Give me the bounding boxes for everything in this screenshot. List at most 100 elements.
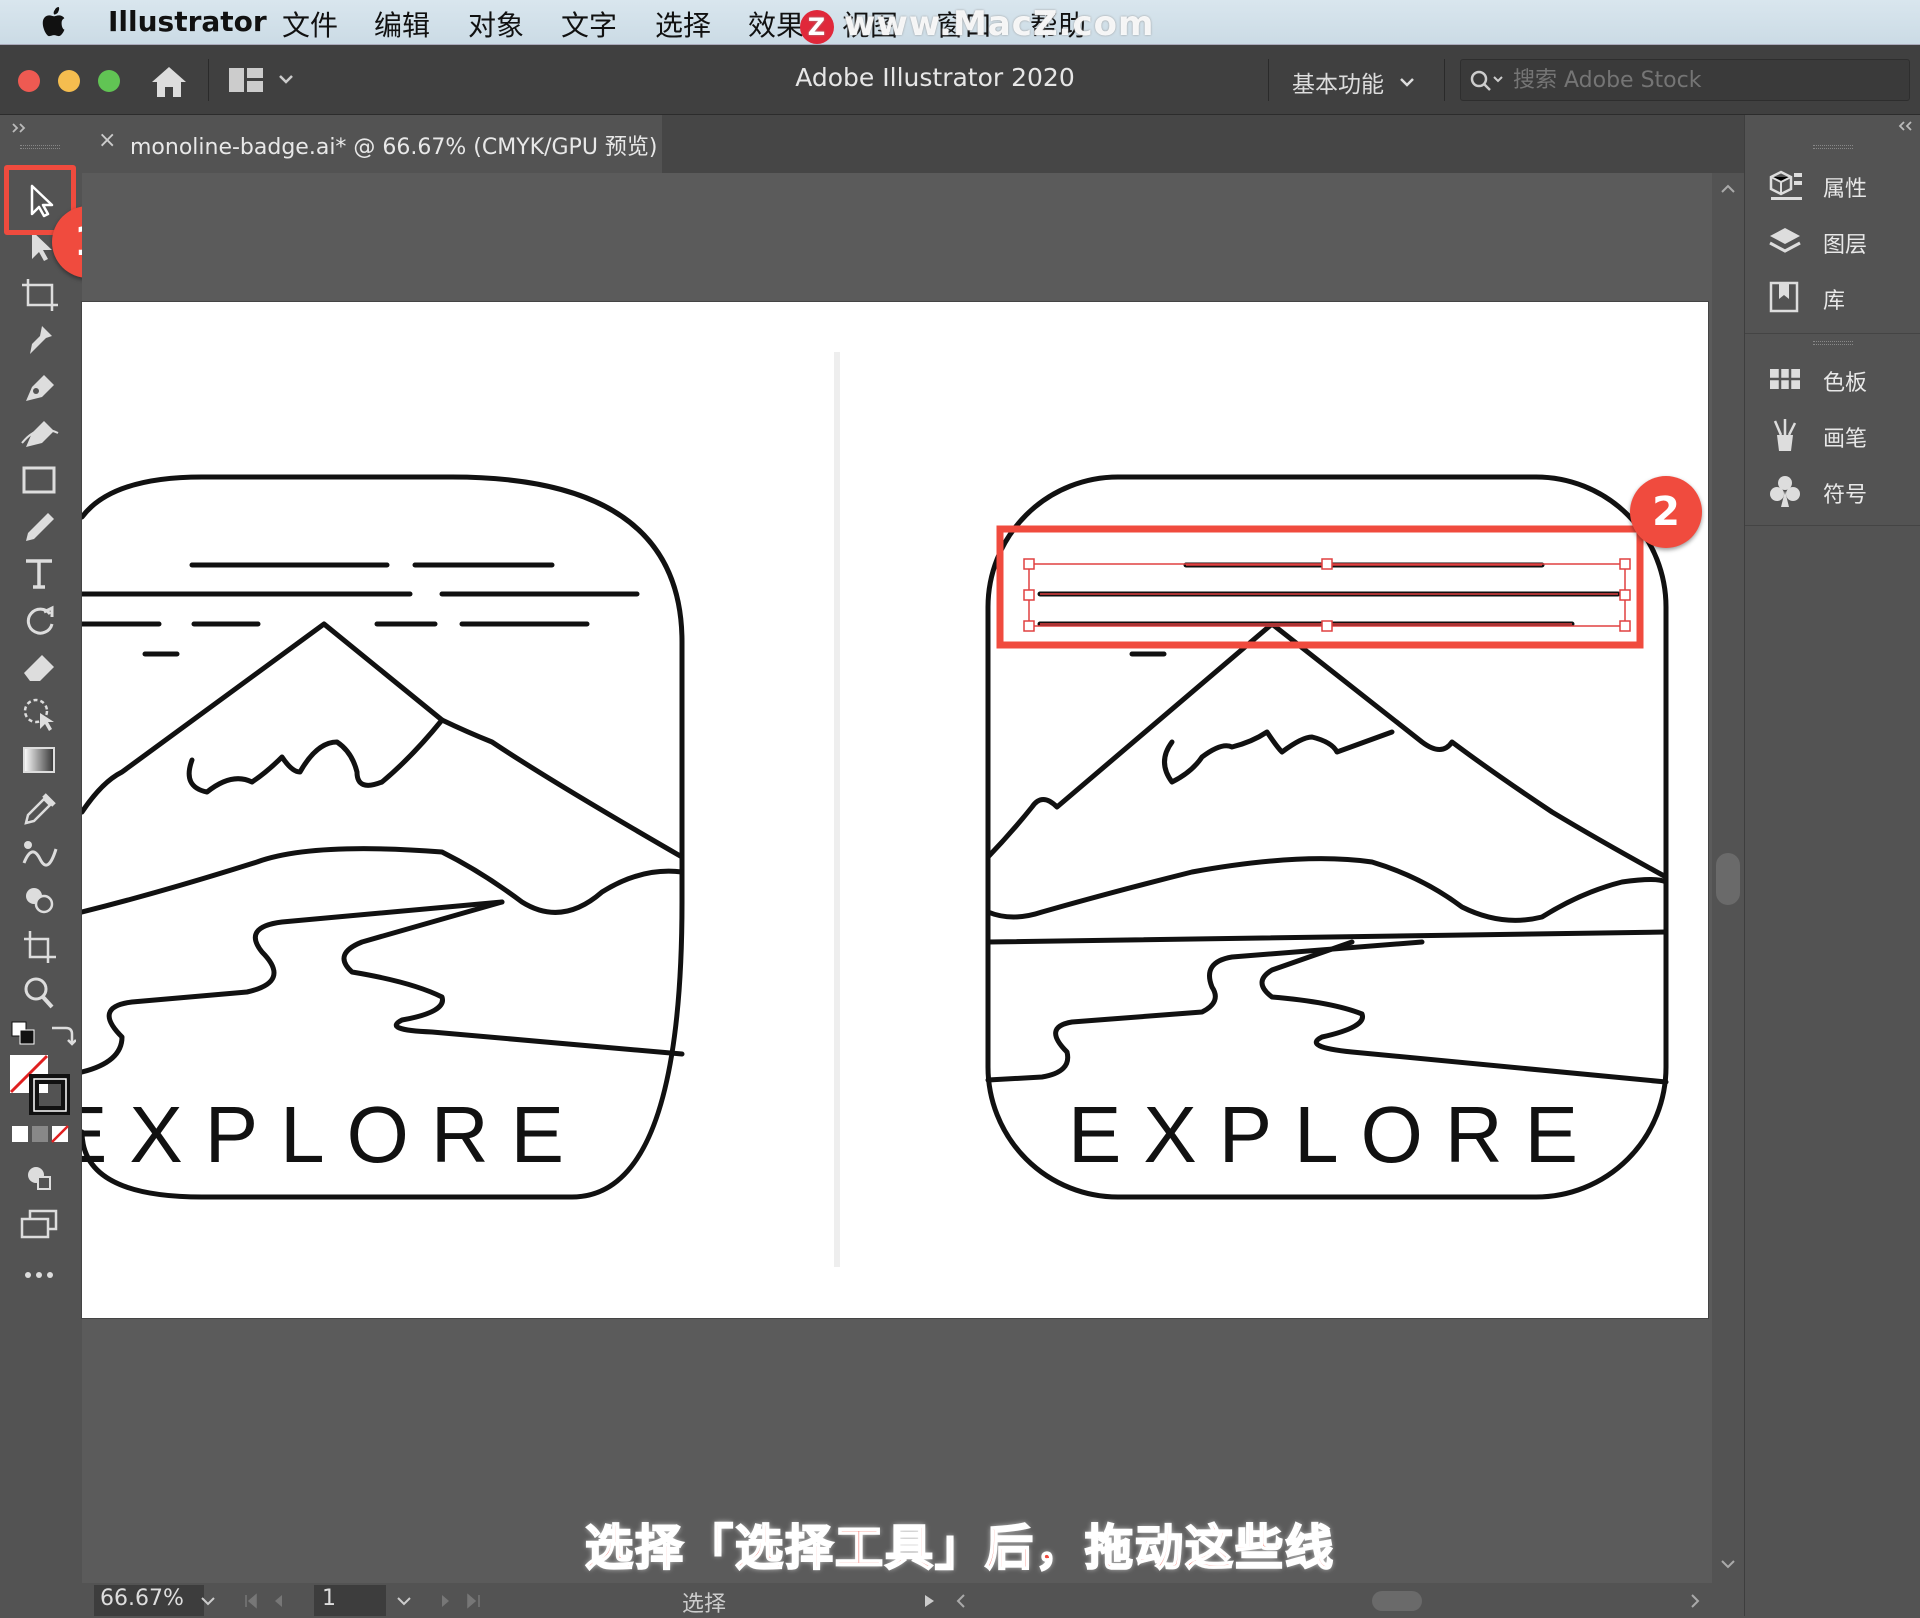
edit-toolbar-button[interactable] xyxy=(18,1255,62,1295)
panel-grip[interactable] xyxy=(20,145,60,149)
curvature-pen-icon xyxy=(21,421,59,447)
layers-icon xyxy=(1769,228,1801,253)
application-bar: Adobe Illustrator 2020 基本功能 xyxy=(0,45,1920,115)
color-mode-buttons[interactable] xyxy=(10,1123,70,1145)
separator xyxy=(1268,59,1269,101)
properties-panel-button[interactable]: 属性 xyxy=(1767,165,1917,205)
brushes-panel-button[interactable]: 画笔 xyxy=(1767,415,1917,455)
crop-tool[interactable] xyxy=(18,927,62,967)
horizontal-scrollbar-thumb[interactable] xyxy=(1372,1591,1422,1611)
right-explore-badge[interactable] xyxy=(985,474,1669,1200)
scroll-up-icon[interactable] xyxy=(1720,183,1736,195)
swatches-panel-button[interactable]: 色板 xyxy=(1767,359,1917,399)
pencil-tool[interactable] xyxy=(18,507,62,547)
workspace-switcher[interactable]: 基本功能 xyxy=(1292,65,1384,99)
gradient-icon xyxy=(23,747,55,773)
eraser-icon xyxy=(24,655,54,681)
rotate-icon xyxy=(26,605,54,635)
swap-arrow-icon xyxy=(52,1026,77,1046)
apple-icon[interactable] xyxy=(40,6,70,38)
panel-grip[interactable] xyxy=(1813,341,1853,345)
type-tool[interactable] xyxy=(18,553,62,593)
search-icon xyxy=(1470,70,1503,91)
stock-search-box[interactable] xyxy=(1460,59,1910,101)
brushes-label: 画笔 xyxy=(1823,427,1868,452)
default-fill-stroke[interactable] xyxy=(10,1020,40,1050)
artboard-tool[interactable] xyxy=(18,275,62,315)
artboard-dropdown-chevron-icon[interactable] xyxy=(396,1595,412,1607)
eyedropper-icon xyxy=(24,793,56,825)
puppet-warp-tool[interactable] xyxy=(18,693,62,733)
blend-tool[interactable] xyxy=(18,833,62,873)
rectangle-tool[interactable] xyxy=(18,460,62,500)
rotate-tool[interactable] xyxy=(18,600,62,640)
search-input[interactable] xyxy=(1511,66,1891,94)
lines-highlight xyxy=(996,525,1644,649)
collapse-panel-icon[interactable] xyxy=(1895,119,1915,133)
vertical-scrollbar[interactable] xyxy=(1712,173,1744,1583)
app-name-menu[interactable]: Illustrator xyxy=(108,5,267,38)
draw-mode-icon xyxy=(28,1167,51,1190)
panel-divider xyxy=(1745,333,1920,334)
pen-icon xyxy=(26,375,54,401)
screen-mode-icon xyxy=(20,1209,58,1239)
artboard-icon xyxy=(22,279,58,311)
gradient-tool[interactable] xyxy=(18,740,62,780)
close-tab-button[interactable]: × xyxy=(98,128,116,153)
color-gradient-none-icon xyxy=(12,1125,69,1143)
swap-fill-stroke[interactable] xyxy=(46,1020,77,1050)
zoom-level-field[interactable]: 66.67% xyxy=(94,1585,204,1616)
menu-select[interactable]: 选择 xyxy=(655,4,711,44)
default-colors-icon xyxy=(11,1021,35,1045)
menu-effect[interactable]: 效果 xyxy=(748,4,804,44)
eyedropper-tool[interactable] xyxy=(18,787,62,827)
artboard-number-field[interactable]: 1 xyxy=(314,1585,386,1616)
symbols-panel-button[interactable]: 符号 xyxy=(1767,471,1917,511)
next-last-artboard-icon[interactable] xyxy=(432,1593,492,1609)
panel-grip[interactable] xyxy=(1813,145,1853,149)
fill-stroke-swatch[interactable] xyxy=(8,1053,71,1116)
first-prev-artboard-icon[interactable] xyxy=(242,1593,302,1609)
watermark: Zwww.MacZ.com xyxy=(800,4,1154,44)
document-tab-bar: × monoline-badge.ai* @ 66.67% (CMYK/GPU … xyxy=(82,115,1744,173)
menu-object[interactable]: 对象 xyxy=(468,4,524,44)
expand-toolbar-icon[interactable] xyxy=(10,121,30,135)
menu-type[interactable]: 文字 xyxy=(561,4,617,44)
draw-mode-button[interactable] xyxy=(18,1157,62,1197)
fill-none-stroke-black-icon xyxy=(9,1054,71,1116)
left-badge-text: EXPLORE xyxy=(82,1090,586,1179)
type-t-icon xyxy=(26,559,52,589)
symbols-label: 符号 xyxy=(1823,483,1868,508)
document-tab[interactable]: × monoline-badge.ai* @ 66.67% (CMYK/GPU … xyxy=(82,115,662,173)
scroll-left-icon[interactable] xyxy=(954,1593,968,1609)
scroll-right-icon[interactable] xyxy=(1688,1593,1702,1609)
chevron-down-icon[interactable] xyxy=(1398,75,1416,89)
pen-tool[interactable] xyxy=(18,367,62,407)
libraries-icon xyxy=(1769,281,1799,313)
swatches-icon xyxy=(1770,369,1800,389)
menu-edit[interactable]: 编辑 xyxy=(374,4,430,44)
scrollbar-thumb[interactable] xyxy=(1716,853,1740,905)
properties-label: 属性 xyxy=(1823,177,1868,202)
zoom-tool[interactable] xyxy=(18,973,62,1013)
separator xyxy=(1444,59,1445,101)
eraser-tool[interactable] xyxy=(18,647,62,687)
properties-icon xyxy=(1769,170,1802,200)
swatches-label: 色板 xyxy=(1823,371,1868,396)
play-arrow-icon[interactable] xyxy=(922,1594,936,1608)
panel-divider xyxy=(1745,525,1920,526)
menu-file[interactable]: 文件 xyxy=(282,4,338,44)
watermark-text: www.MacZ.com xyxy=(844,4,1155,44)
curvature-tool[interactable] xyxy=(18,413,62,453)
shape-builder-tool[interactable] xyxy=(18,880,62,920)
layers-panel-button[interactable]: 图层 xyxy=(1767,221,1917,261)
layers-label: 图层 xyxy=(1823,233,1868,258)
pin-tool[interactable] xyxy=(18,320,62,360)
zoom-dropdown-chevron-icon[interactable] xyxy=(200,1595,216,1607)
libraries-panel-button[interactable]: 库 xyxy=(1767,277,1917,317)
pencil-icon xyxy=(26,513,54,541)
screen-mode-button[interactable] xyxy=(18,1205,62,1245)
tutorial-caption: 选择「选择工具」后，拖动这些线 xyxy=(584,1519,1335,1577)
step-badge-2: 2 xyxy=(1630,476,1702,548)
left-explore-badge[interactable] xyxy=(82,474,685,1200)
